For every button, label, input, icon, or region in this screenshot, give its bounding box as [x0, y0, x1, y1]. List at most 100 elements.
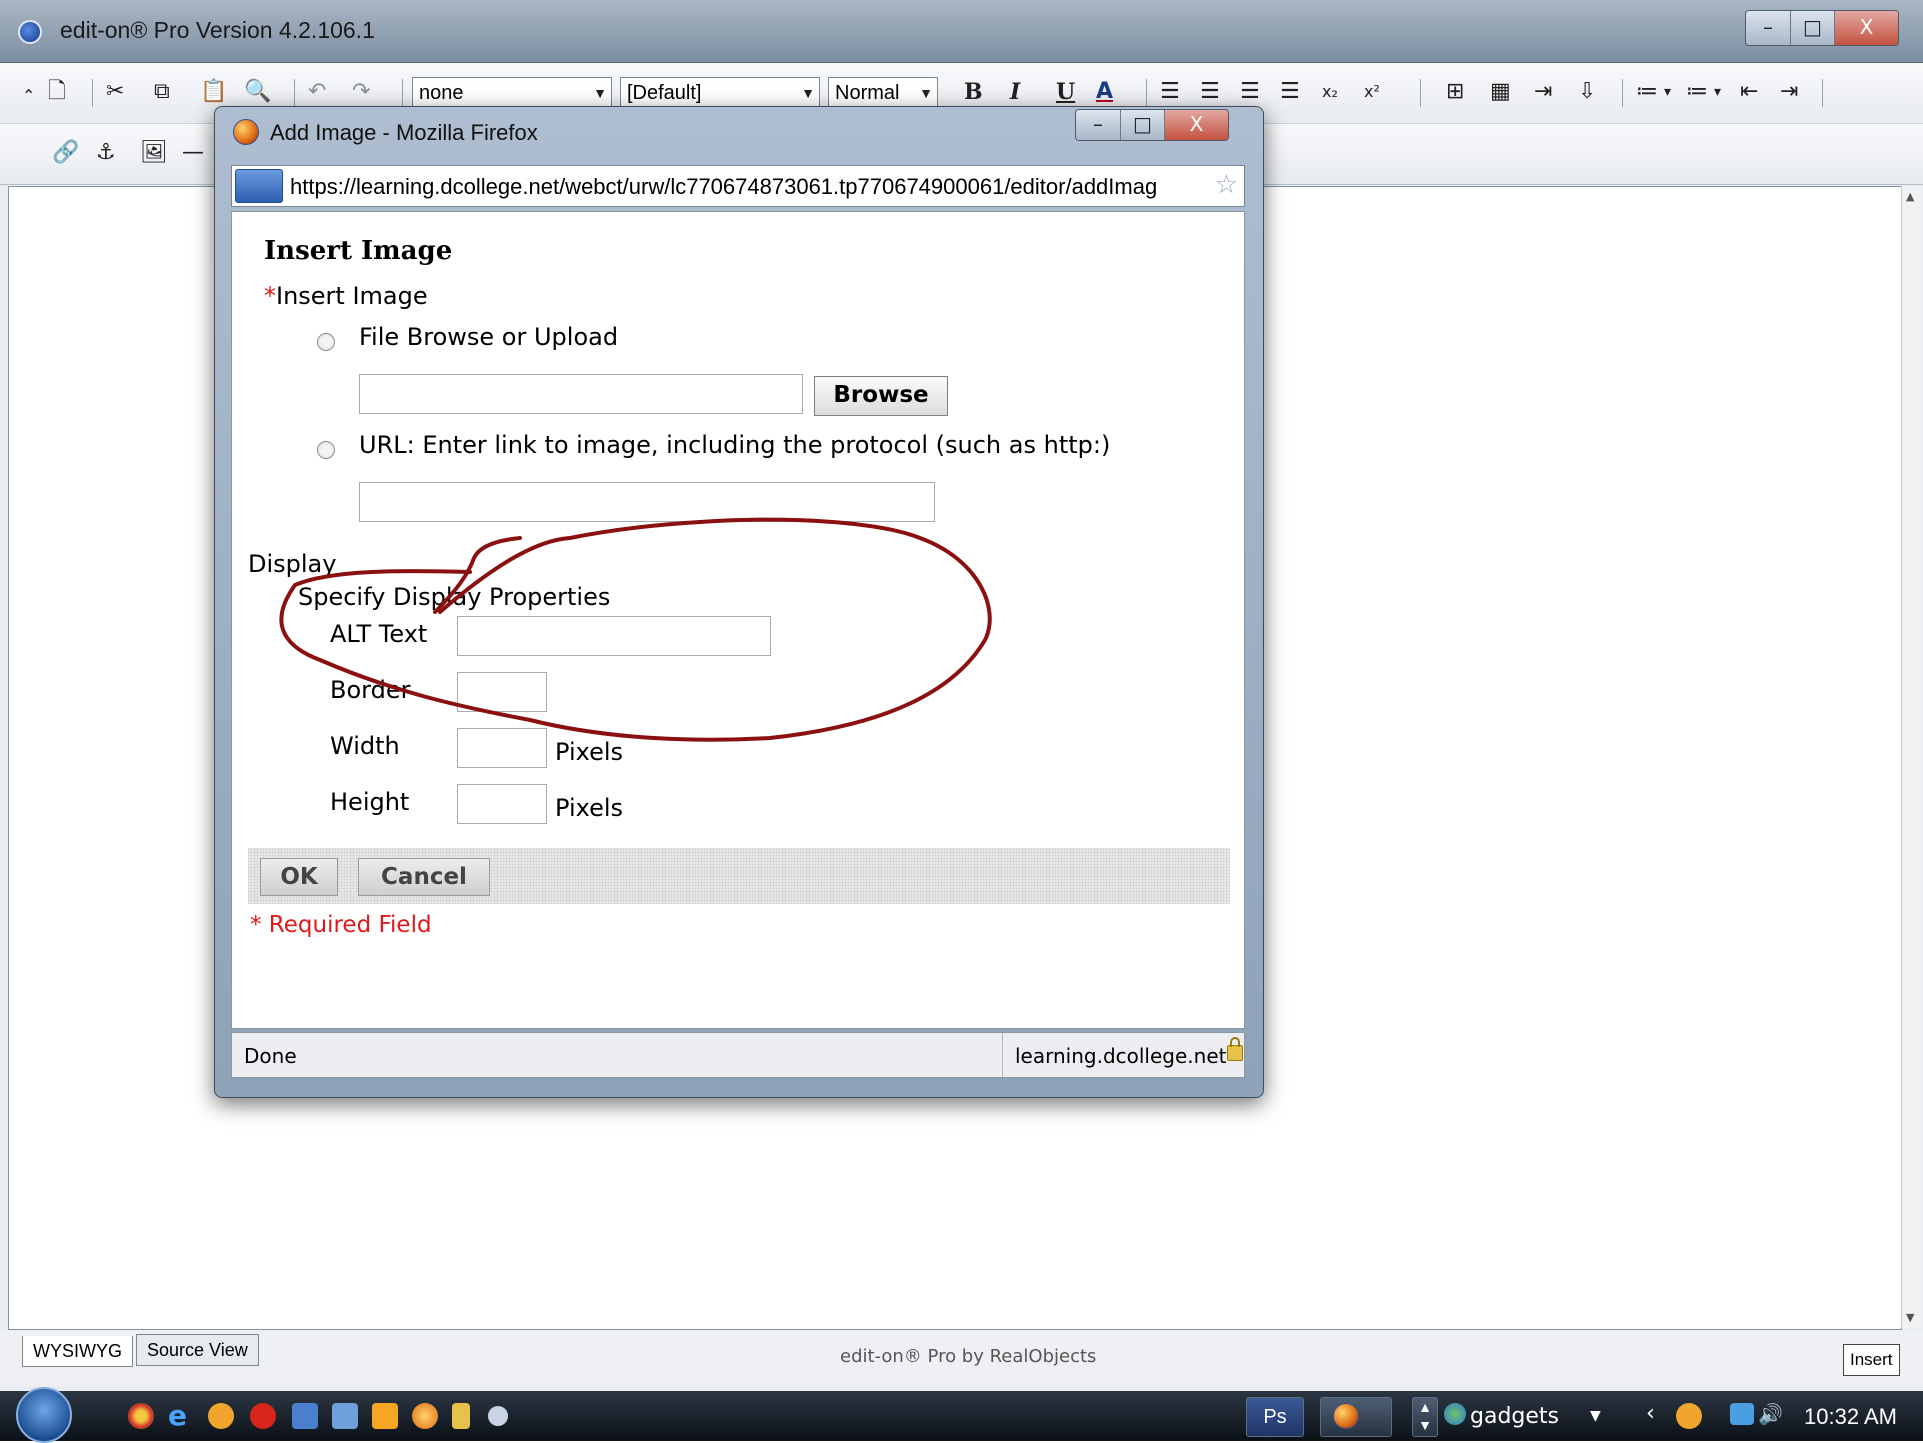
indent-icon[interactable]: ⇥ [1780, 79, 1798, 105]
add-image-dialog: Add Image - Mozilla Firefox – □ X https:… [214, 106, 1264, 1098]
cut-icon[interactable]: ✂ [106, 79, 124, 105]
border-input[interactable] [457, 672, 547, 712]
align-justify-icon[interactable]: ☰ [1280, 79, 1300, 105]
cancel-button[interactable]: Cancel [358, 858, 490, 896]
file-browse-radio[interactable] [317, 333, 335, 351]
tray-gadgets-label[interactable]: gadgets [1470, 1404, 1559, 1429]
media-player-icon[interactable] [372, 1403, 398, 1429]
required-marker: * [264, 282, 276, 310]
messenger-icon[interactable] [208, 1403, 234, 1429]
undo-icon[interactable]: ↶ [308, 79, 326, 105]
insert-anchor-icon[interactable]: ⚓ [96, 140, 116, 166]
insert-table-icon[interactable]: ⊞ [1446, 79, 1464, 105]
width-input[interactable] [457, 728, 547, 768]
required-field-note: * Required Field [250, 912, 432, 938]
form-heading: Insert Image [264, 236, 453, 266]
height-unit: Pixels [555, 794, 624, 822]
font-family-select[interactable]: none ▼ [412, 77, 612, 107]
chevron-down-icon[interactable]: ▼ [1590, 1403, 1601, 1429]
scroll-up-icon[interactable]: ▲ [1906, 190, 1914, 203]
scroll-down-icon[interactable]: ▼ [1906, 1311, 1914, 1324]
numbered-list-icon[interactable]: ≔ [1636, 79, 1658, 105]
browse-button[interactable]: Browse [814, 376, 948, 416]
tray-clock[interactable]: 10:32 AM [1804, 1404, 1897, 1430]
height-input[interactable] [457, 784, 547, 824]
messenger-tray-icon[interactable] [1676, 1403, 1702, 1429]
photoshop-task-button[interactable]: Ps [1246, 1397, 1304, 1437]
status-domain[interactable]: learning.dcollege.net [1015, 1044, 1226, 1068]
outdent-icon[interactable]: ⇤ [1740, 79, 1758, 105]
superscript-icon[interactable]: x² [1364, 79, 1380, 105]
paragraph-style-select[interactable]: Normal ▼ [828, 77, 938, 107]
url-radio[interactable] [317, 441, 335, 459]
table-properties-icon[interactable]: ▦ [1490, 79, 1511, 105]
toolbar-separator [1420, 79, 1421, 107]
editor-vertical-scrollbar[interactable]: ▲ ▼ [1901, 186, 1922, 1328]
start-button[interactable] [16, 1387, 72, 1443]
align-center-icon[interactable]: ☰ [1200, 79, 1220, 105]
firefox-icon[interactable] [412, 1403, 438, 1429]
new-document-icon[interactable]: 🗋 [48, 79, 66, 105]
underline-button[interactable]: U [1056, 79, 1075, 105]
gadget-icon[interactable] [488, 1406, 508, 1426]
chevron-down-icon[interactable]: ▾ [1664, 79, 1671, 105]
paste-icon[interactable]: 📋 [200, 79, 227, 105]
bookmark-star-icon[interactable]: ☆ [1215, 170, 1238, 200]
gadgets-icon [1444, 1403, 1466, 1425]
url-text[interactable]: https://learning.dcollege.net/webct/urw/… [290, 174, 1210, 200]
tab-source-view[interactable]: Source View [136, 1334, 259, 1366]
copy-icon[interactable]: ⧉ [154, 79, 170, 105]
file-path-input[interactable] [359, 374, 803, 414]
font-size-value: [Default] [627, 82, 702, 104]
firefox-task-button[interactable] [1320, 1397, 1392, 1437]
redo-icon[interactable]: ↷ [352, 79, 370, 105]
site-identity-icon[interactable] [235, 169, 283, 203]
lock-icon[interactable] [1227, 1037, 1243, 1061]
insert-image-icon[interactable]: 🖼 [140, 140, 168, 166]
network-icon[interactable] [1730, 1403, 1754, 1425]
close-button[interactable]: X [1834, 11, 1898, 45]
ok-button[interactable]: OK [260, 858, 338, 896]
chevron-down-icon: ▼ [593, 85, 607, 101]
folder-icon[interactable] [452, 1403, 470, 1429]
align-left-icon[interactable]: ☰ [1160, 79, 1180, 105]
url-option-label: URL: Enter link to image, including the … [359, 431, 1111, 459]
insert-link-icon[interactable]: 🔗 [52, 140, 79, 166]
status-text: Done [244, 1044, 297, 1068]
italic-button[interactable]: I [1010, 79, 1020, 105]
chrome-icon[interactable] [128, 1403, 154, 1429]
minimize-button[interactable]: – [1746, 11, 1790, 45]
insert-row-icon[interactable]: ⇥ [1534, 79, 1552, 105]
insert-column-icon[interactable]: ⇩ [1578, 79, 1596, 105]
font-size-select[interactable]: [Default] ▼ [620, 77, 820, 107]
collapse-toolbar-icon[interactable]: ⌃ [22, 83, 35, 109]
chevron-down-icon[interactable]: ▾ [1714, 79, 1721, 105]
opera-icon[interactable] [250, 1403, 276, 1429]
insert-mode-indicator: Insert [1843, 1344, 1900, 1376]
bulleted-list-icon[interactable]: ≔ [1686, 79, 1708, 105]
close-button[interactable]: X [1164, 110, 1228, 140]
font-color-button[interactable]: A [1096, 79, 1113, 105]
toolbar-separator [1146, 79, 1147, 107]
align-right-icon[interactable]: ☰ [1240, 79, 1260, 105]
show-desktop-icon[interactable] [292, 1403, 318, 1429]
firefox-icon [233, 119, 259, 145]
maximize-button[interactable]: □ [1120, 110, 1164, 140]
minimize-button[interactable]: – [1076, 110, 1120, 140]
editor-credit: edit-on® Pro by RealObjects [840, 1346, 1097, 1367]
image-url-input[interactable] [359, 482, 935, 522]
paragraph-style-value: Normal [835, 82, 900, 104]
internet-explorer-icon[interactable]: e [168, 1402, 194, 1430]
maximize-button[interactable]: □ [1790, 11, 1834, 45]
alt-text-input[interactable] [457, 616, 771, 656]
bold-button[interactable]: B [964, 79, 983, 105]
subscript-icon[interactable]: x₂ [1322, 79, 1338, 105]
horizontal-rule-icon[interactable]: — [182, 140, 204, 166]
taskbar-scroll-button[interactable]: ▲ ▼ [1412, 1397, 1438, 1437]
address-bar[interactable]: https://learning.dcollege.net/webct/urw/… [231, 165, 1245, 207]
find-icon[interactable]: 🔍 [244, 79, 271, 105]
tab-wysiwyg[interactable]: WYSIWYG [22, 1336, 133, 1367]
switch-windows-icon[interactable] [332, 1403, 358, 1429]
volume-icon[interactable]: 🔊 [1758, 1401, 1783, 1427]
tray-expand-icon[interactable]: ‹ [1646, 1401, 1655, 1427]
